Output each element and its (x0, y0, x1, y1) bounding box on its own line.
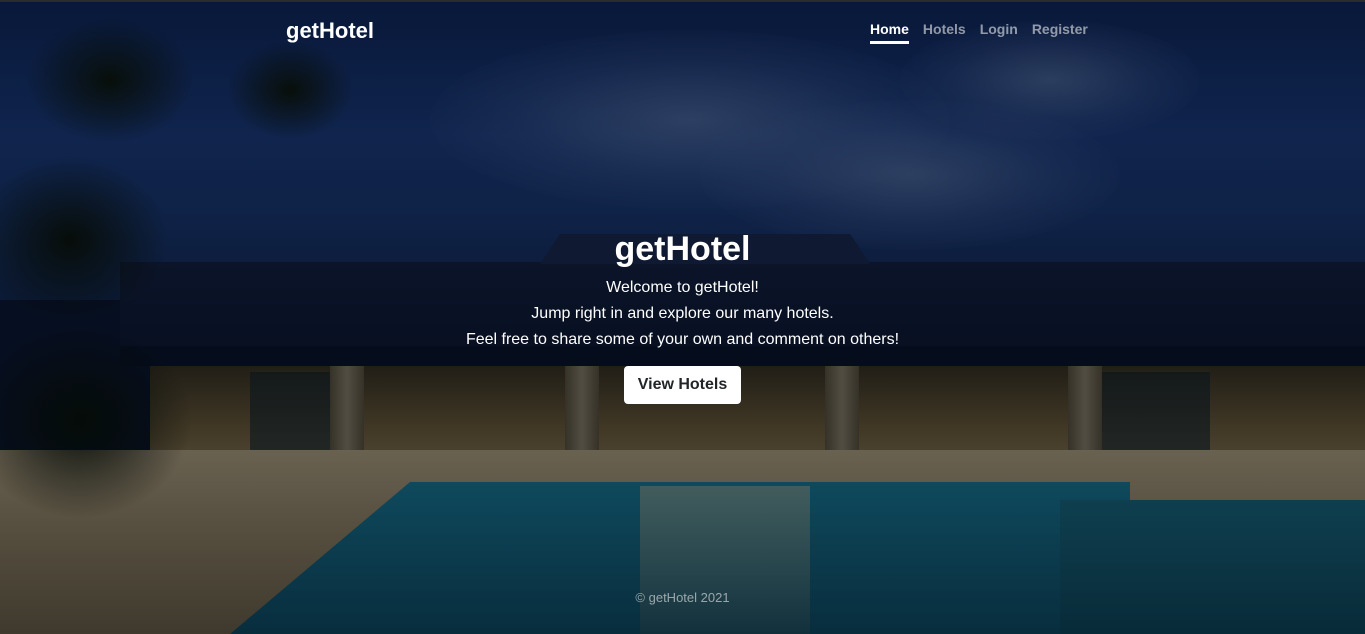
nav-link-home[interactable]: Home (870, 21, 909, 44)
nav-link-register[interactable]: Register (1032, 21, 1088, 44)
hero-line-explore: Jump right in and explore our many hotel… (531, 305, 834, 322)
view-hotels-button[interactable]: View Hotels (623, 366, 742, 404)
hero-line-share: Feel free to share some of your own and … (465, 331, 900, 348)
main-nav: Home Hotels Login Register (870, 21, 1088, 44)
nav-link-login[interactable]: Login (980, 21, 1018, 44)
page: getHotel Home Hotels Login Register getH… (0, 0, 1365, 634)
brand-logo[interactable]: getHotel (286, 18, 374, 44)
hero-line-welcome: Welcome to getHotel! (606, 279, 759, 296)
hero-lead: Welcome to getHotel! Jump right in and e… (0, 275, 1365, 353)
footer-copyright: © getHotel 2021 (635, 590, 730, 605)
hero-section: getHotel Welcome to getHotel! Jump right… (0, 226, 1365, 404)
hero-title: getHotel (614, 230, 751, 268)
nav-link-hotels[interactable]: Hotels (923, 21, 966, 44)
top-border (0, 0, 1365, 2)
